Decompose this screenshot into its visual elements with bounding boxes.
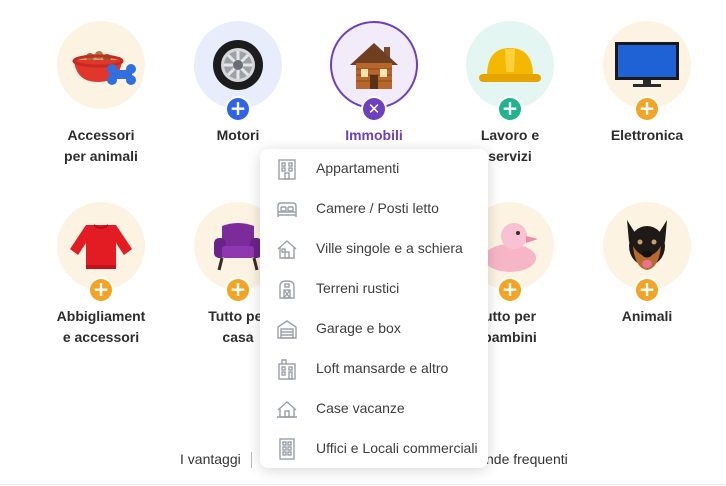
menu-item-label: Appartamenti [316, 160, 400, 176]
menu-item-terreni-rustici[interactable]: Terreni rustici [260, 269, 488, 309]
category-label[interactable]: Immobili [296, 125, 452, 146]
immobili-dropdown-menu: Appartamenti Camere / Posti letto Ville … [260, 149, 488, 468]
house-icon [350, 43, 398, 89]
menu-item-case-vacanze[interactable]: Case vacanze [260, 389, 488, 429]
menu-item-label: Uffici e Locali commerciali [316, 440, 478, 456]
pet-bowl-icon [72, 51, 136, 85]
menu-item-appartamenti[interactable]: Appartamenti [260, 149, 488, 189]
label-line: e accessori [62, 329, 140, 345]
tv-icon [615, 42, 679, 87]
label-line: casa [222, 329, 254, 345]
holiday-house-icon [277, 401, 297, 418]
menu-item-camere-posti-letto[interactable]: Camere / Posti letto [260, 189, 488, 229]
office-building-icon [279, 438, 295, 460]
dog-icon [627, 220, 667, 270]
label-line: Immobili [345, 127, 403, 143]
bed-icon [277, 202, 297, 217]
label-line: Tutto per [208, 308, 268, 324]
expand-plus-icon[interactable]: + [227, 279, 249, 301]
expand-plus-icon[interactable]: + [499, 98, 521, 120]
label-line: Elettronica [610, 127, 684, 143]
menu-item-label: Case vacanze [316, 400, 405, 416]
label-line: Motori [216, 127, 260, 143]
sweater-icon [70, 224, 132, 269]
category-circle[interactable] [57, 21, 145, 109]
category-circle[interactable] [330, 21, 418, 109]
loft-icon [278, 359, 296, 380]
wheel-icon [213, 40, 263, 90]
category-label[interactable]: Elettronica [569, 125, 725, 146]
menu-item-label: Garage e box [316, 320, 401, 336]
menu-item-label: Ville singole e a schiera [316, 240, 463, 256]
menu-item-label: Terreni rustici [316, 280, 400, 296]
label-line: Animali [621, 308, 673, 324]
footer-link-advantages[interactable]: I vantaggi [180, 451, 241, 467]
category-label[interactable]: Abbigliament e accessori [23, 306, 179, 348]
villa-icon [277, 240, 297, 259]
label-line: utto per [483, 308, 537, 324]
rubber-duck-icon [484, 223, 538, 272]
menu-item-label: Loft mansarde e altro [316, 360, 449, 376]
label-line: Abbigliament [56, 308, 146, 324]
expand-plus-icon[interactable]: + [90, 279, 112, 301]
menu-item-garage-e-box[interactable]: Garage e box [260, 309, 488, 349]
category-label[interactable]: Animali [569, 306, 725, 327]
label-line: servizi [488, 148, 532, 164]
footer-link-faq[interactable]: nde frequenti [486, 451, 568, 467]
expand-plus-icon[interactable]: + [636, 98, 658, 120]
expand-plus-icon[interactable]: + [499, 279, 521, 301]
garage-icon [277, 320, 297, 339]
menu-item-uffici-locali[interactable]: Uffici e Locali commerciali [260, 429, 488, 469]
footer-divider [251, 452, 252, 468]
apartment-building-icon [278, 159, 296, 180]
label-line: bambini [483, 329, 537, 345]
armchair-icon [214, 223, 262, 271]
label-line: per animali [64, 148, 138, 164]
menu-item-label: Camere / Posti letto [316, 200, 439, 216]
label-line: Lavoro e [480, 127, 540, 143]
category-label[interactable]: Accessori per animali [23, 125, 179, 167]
rustic-land-icon [279, 280, 295, 299]
expand-plus-icon[interactable]: + [636, 279, 658, 301]
collapse-close-icon[interactable]: ✕ [363, 98, 385, 120]
hard-hat-icon [479, 48, 541, 82]
category-label[interactable]: Motori [160, 125, 316, 146]
menu-item-ville-singole[interactable]: Ville singole e a schiera [260, 229, 488, 269]
bottom-divider [0, 484, 726, 485]
expand-plus-icon[interactable]: + [227, 98, 249, 120]
label-line: Accessori [67, 127, 135, 143]
menu-item-loft-mansarde[interactable]: Loft mansarde e altro [260, 349, 488, 389]
